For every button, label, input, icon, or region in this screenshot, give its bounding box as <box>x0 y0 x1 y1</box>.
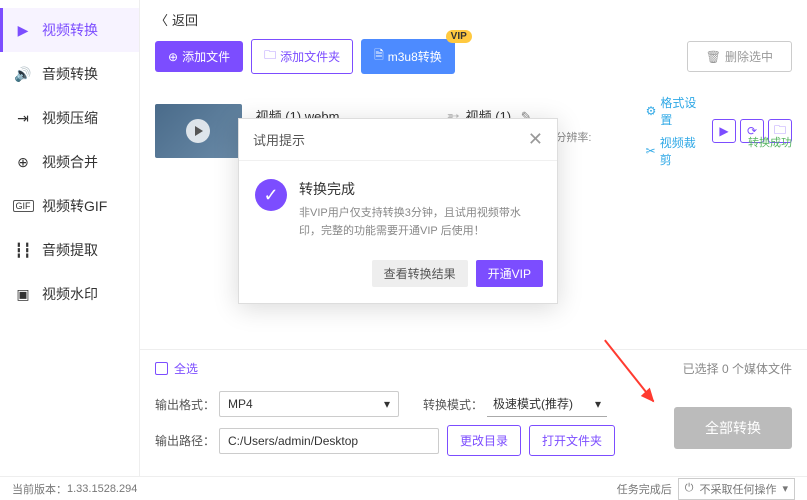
convert-all-button[interactable]: 全部转换 <box>674 407 792 449</box>
dialog-header: 试用提示 <box>253 130 305 149</box>
add-folder-button[interactable]: 🗀 添加文件夹 <box>251 39 353 74</box>
sidebar-item-label: 音频提取 <box>42 240 98 260</box>
close-icon[interactable]: ✕ <box>528 129 543 150</box>
video-convert-icon: ▶ <box>14 21 32 39</box>
m3u8-button[interactable]: 🗎 m3u8转换 VIP <box>361 39 455 74</box>
output-format-select[interactable]: MP4 ▾ <box>219 391 399 417</box>
sidebar-item-label: 视频水印 <box>42 284 98 304</box>
chevron-down-icon: ▾ <box>782 482 788 495</box>
sidebar-item-label: 视频转换 <box>42 20 98 40</box>
sidebar-item-watermark[interactable]: ▣ 视频水印 <box>0 272 139 316</box>
format-setting-link[interactable]: ⚙ 格式设置 <box>646 94 700 128</box>
audio-extract-icon: ┇┇ <box>14 241 32 259</box>
check-circle-icon: ✓ <box>255 179 287 211</box>
video-thumbnail[interactable] <box>155 104 242 158</box>
sidebar-item-video-compress[interactable]: ⇥ 视频压缩 <box>0 96 139 140</box>
delete-selected-button[interactable]: 🗑 删除选中 <box>687 41 792 72</box>
merge-icon: ⊕ <box>14 153 32 171</box>
sidebar-item-label: 音频转换 <box>42 64 98 84</box>
play-button[interactable]: ▶ <box>712 119 736 143</box>
after-task-select[interactable]: ⏻ 不采取任何操作 ▾ <box>678 478 795 500</box>
selected-count: 已选择 0 个媒体文件 <box>683 360 792 377</box>
scissors-icon: ✂ <box>646 144 656 158</box>
chevron-down-icon: ▾ <box>595 397 601 411</box>
chevron-left-icon: 〈 <box>155 10 168 29</box>
sidebar-item-video-convert[interactable]: ▶ 视频转换 <box>0 8 139 52</box>
sidebar-item-audio-extract[interactable]: ┇┇ 音频提取 <box>0 228 139 272</box>
sidebar-item-label: 视频压缩 <box>42 108 98 128</box>
chevron-down-icon: ▾ <box>384 397 390 411</box>
output-path-input[interactable]: C:/Users/admin/Desktop <box>219 428 439 454</box>
after-task-label: 任务完成后 <box>617 481 672 497</box>
video-trim-link[interactable]: ✂ 视频裁剪 <box>646 134 700 168</box>
output-path-label: 输出路径： <box>155 432 219 449</box>
trial-dialog: 试用提示 ✕ ✓ 转换完成 非VIP用户仅支持转换3分钟，且试用视频带水印，完整… <box>238 118 558 304</box>
output-format-label: 输出格式： <box>155 396 219 413</box>
watermark-icon: ▣ <box>14 285 32 303</box>
document-icon: 🗎 <box>374 46 384 67</box>
view-result-button[interactable]: 查看转换结果 <box>372 260 468 287</box>
statusbar: 当前版本： 1.33.1528.294 任务完成后 ⏻ 不采取任何操作 ▾ <box>0 476 807 500</box>
sidebar: ▶ 视频转换 🔊 音频转换 ⇥ 视频压缩 ⊕ 视频合并 GIF 视频转GIF ┇… <box>0 0 140 476</box>
back-link[interactable]: 〈 返回 <box>155 10 198 29</box>
trash-icon: 🗑 <box>706 50 721 64</box>
audio-convert-icon: 🔊 <box>14 65 32 83</box>
mode-select[interactable]: 极速模式(推荐) ▾ <box>487 391 607 417</box>
add-file-button[interactable]: ⊕ 添加文件 <box>155 41 243 72</box>
sidebar-item-audio-convert[interactable]: 🔊 音频转换 <box>0 52 139 96</box>
compress-icon: ⇥ <box>14 109 32 127</box>
gear-icon: ⚙ <box>646 104 657 118</box>
change-dir-button[interactable]: 更改目录 <box>447 425 521 456</box>
play-icon: ▶ <box>719 124 728 138</box>
mode-label: 转换模式： <box>423 396 487 413</box>
version-value: 1.33.1528.294 <box>67 483 137 495</box>
folder-icon: 🗀 <box>264 46 276 67</box>
dialog-title: 转换完成 <box>299 179 541 199</box>
sidebar-item-video-merge[interactable]: ⊕ 视频合并 <box>0 140 139 184</box>
open-vip-button[interactable]: 开通VIP <box>476 260 543 287</box>
sidebar-item-video-gif[interactable]: GIF 视频转GIF <box>0 184 139 228</box>
status-badge: 转换成功 <box>748 134 792 150</box>
vip-badge: VIP <box>446 30 472 43</box>
sidebar-item-label: 视频合并 <box>42 152 98 172</box>
open-folder-button[interactable]: 打开文件夹 <box>529 425 615 456</box>
select-all-checkbox[interactable] <box>155 362 168 375</box>
dialog-description: 非VIP用户仅支持转换3分钟，且试用视频带水印，完整的功能需要开通VIP 后使用… <box>299 205 541 240</box>
select-all-label: 全选 <box>174 360 198 377</box>
gif-icon: GIF <box>14 197 32 215</box>
version-label: 当前版本： <box>12 481 67 497</box>
plus-icon: ⊕ <box>168 50 178 64</box>
sidebar-item-label: 视频转GIF <box>42 196 107 216</box>
power-icon: ⏻ <box>685 482 694 495</box>
